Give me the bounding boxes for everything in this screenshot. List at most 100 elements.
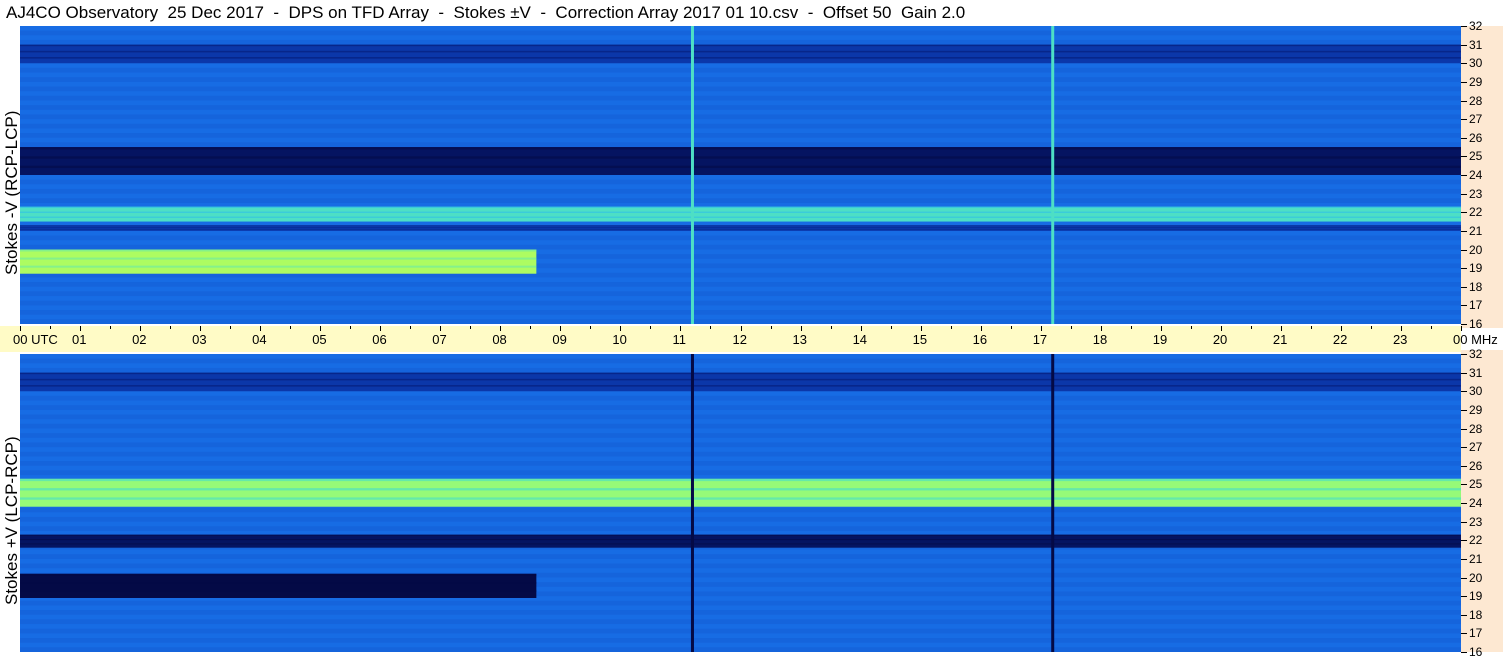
striation	[20, 414, 1461, 420]
striation	[20, 461, 1461, 466]
time-half-tick	[1430, 326, 1432, 329]
striation	[20, 133, 1461, 138]
time-tick	[1340, 326, 1342, 331]
time-half-tick	[50, 326, 52, 329]
spectrogram-svg-1	[20, 354, 1461, 652]
band-4	[20, 44, 1461, 64]
band-stripe	[20, 543, 1461, 545]
freq-tick	[1461, 286, 1467, 288]
band-stripe	[20, 206, 1461, 208]
freq-tick	[1461, 503, 1467, 504]
time-tick-label: 23	[1392, 332, 1408, 347]
striation	[20, 423, 1461, 429]
time-tick-label: 08	[492, 332, 507, 347]
striation	[20, 39, 1461, 45]
time-tick	[740, 326, 742, 331]
band-stripe	[20, 44, 1461, 47]
freq-tick-label: 20	[1469, 242, 1483, 257]
band-stripe	[20, 539, 1461, 541]
striation	[20, 433, 1461, 438]
time-tick	[680, 326, 682, 331]
band-0	[20, 147, 1461, 175]
freq-tick	[1461, 230, 1467, 232]
freq-tick-label: 31	[1469, 365, 1483, 380]
time-half-tick	[230, 326, 232, 329]
time-tick	[920, 326, 922, 331]
striation	[20, 198, 1461, 203]
striation	[20, 235, 1461, 241]
time-tick-label: 12	[732, 332, 747, 347]
top-frequency-axis: 32 31 30 29 28 27 26 25 24 23 22 21 20 19 18 17 16	[1461, 20, 1503, 330]
freq-tick	[1461, 633, 1467, 635]
freq-tick-label: 24	[1469, 496, 1483, 510]
striation	[20, 470, 1461, 476]
band-stripe	[20, 147, 1461, 150]
band-stripe	[20, 257, 537, 260]
striation	[20, 291, 1461, 297]
freq-tick	[1461, 391, 1467, 393]
freq-tick	[1461, 268, 1467, 270]
freq-tick	[1461, 558, 1467, 560]
freq-tick-label: 20	[1469, 570, 1483, 585]
freq-tick	[1461, 100, 1467, 102]
striation	[20, 142, 1461, 148]
freq-tick-label: 32	[1469, 19, 1483, 33]
time-half-tick	[1370, 326, 1372, 329]
time-half-tick	[1190, 326, 1192, 329]
time-tick	[80, 326, 82, 331]
time-tick	[260, 326, 262, 331]
striation	[20, 95, 1461, 101]
band-stripe	[20, 265, 537, 268]
freq-tick-label: 32	[1469, 347, 1483, 361]
striation	[20, 516, 1461, 522]
striation	[20, 114, 1461, 120]
band-2	[20, 225, 1461, 231]
time-half-tick	[1250, 326, 1252, 329]
freq-tick-label: 26	[1469, 458, 1483, 473]
time-tick-label: 15	[912, 332, 928, 347]
freq-tick-label: 17	[1469, 298, 1483, 313]
freq-tick	[1461, 212, 1467, 214]
band-3	[20, 249, 537, 274]
striation	[20, 77, 1461, 82]
freq-tick-label: 25	[1469, 477, 1483, 492]
striation	[20, 563, 1461, 569]
time-tick-label: 11	[672, 332, 686, 347]
freq-tick	[1461, 156, 1467, 158]
striation	[20, 300, 1461, 306]
freq-tick	[1461, 26, 1467, 27]
band-stripe	[20, 216, 1461, 218]
time-tick	[800, 326, 802, 331]
time-half-tick	[830, 326, 832, 329]
time-tick-label: 20	[1212, 332, 1228, 347]
freq-tick-label: 19	[1469, 589, 1483, 604]
striation	[20, 282, 1461, 287]
freq-tick-label: 22	[1469, 533, 1483, 548]
time-tick-label: 17	[1032, 332, 1048, 347]
freq-tick	[1461, 484, 1467, 486]
time-tick-label: 04	[252, 332, 267, 347]
freq-tick	[1461, 81, 1467, 83]
band-stripe	[20, 478, 1461, 482]
time-tick	[860, 326, 862, 331]
freq-tick	[1461, 354, 1467, 355]
time-tick	[20, 326, 21, 331]
freq-tick	[1461, 521, 1467, 523]
time-tick	[1220, 326, 1222, 331]
vertical-line-0	[690, 26, 694, 324]
time-tick-label: 22	[1332, 332, 1348, 347]
freq-tick-label: 16	[1469, 645, 1483, 659]
top-spectrogram	[20, 26, 1461, 324]
time-tick	[1461, 326, 1462, 331]
freq-tick-label: 18	[1469, 279, 1483, 294]
bottom-panel-ylabel: Stokes +V (LCP-RCP)	[2, 436, 21, 605]
freq-tick-label: 21	[1469, 223, 1483, 238]
time-tick	[320, 326, 322, 331]
freq-tick-label: 18	[1469, 607, 1483, 622]
time-tick-label: 06	[372, 332, 387, 347]
time-half-tick	[1070, 326, 1072, 329]
time-tick	[1400, 326, 1402, 331]
time-tick-label: 14	[852, 332, 868, 347]
freq-tick	[1461, 614, 1467, 616]
time-half-tick	[1130, 326, 1132, 329]
